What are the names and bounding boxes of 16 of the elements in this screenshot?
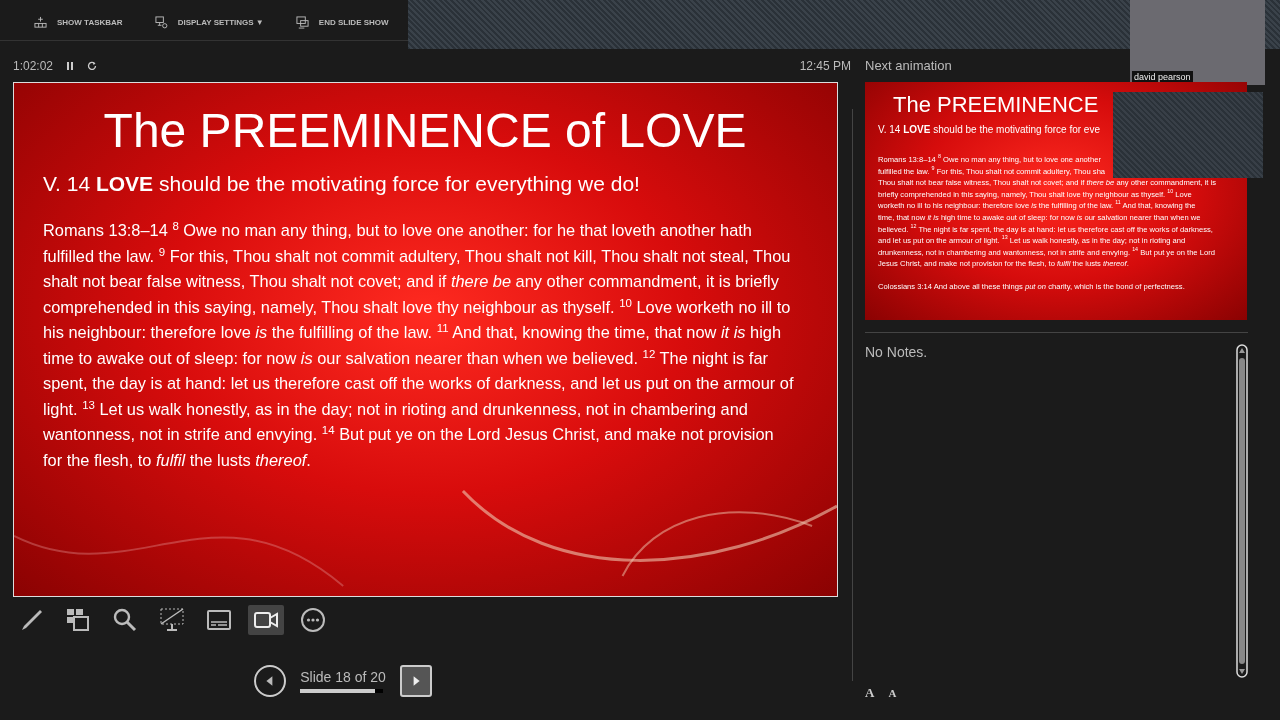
slide-counter: Slide 18 of 20 — [300, 669, 386, 685]
participant-name: david pearson — [1132, 71, 1193, 83]
font-size-button[interactable]: A — [865, 685, 875, 701]
clock: 12:45 PM — [799, 58, 851, 73]
next-animation-heading: Next animation — [865, 57, 952, 75]
toolbar-button[interactable]: SHOW TASKBAR — [30, 15, 129, 29]
preview-subtitle: V. 14 LOVE should be the motivating force for eve — [878, 124, 1101, 135]
notes-text: No Notes. — [865, 344, 929, 362]
scripture-text: Romans 13:8–14 $^{8}$ Owe no man any thing, but to love one another: for he that loveth another hath fulfilled the law. $^{9}$ For this, Thou shalt not commit adultery, Thou shalt not kill, Thou shalt not steal, Thou shalt not bear false witness, Thou shalt not covet; and if there be any other commandment, it is briefly comprehended in this saying, namely, Thou shalt love thy neighbour as thyself. $^{10}$ Love worketh no ill to his neighbour: therefore love is the fulfilling of the law. $^{11}$ And that, knowing the time, that now it is high time to awake out of sleep: for now is our salvation nearer than when we believed. $^{12}$ The night is far spent, the day is at hand: let us therefore cast off the works of darkness, and let us put on the armour of light. $^{13}$ Let us walk honestly, as in the day; not in rioting and drunkenness, not in chambering and wantonness, not in strife and envying. $^{14}$ But put ye on the Lord Jesus Christ, and make not provision for the flesh, to fulfil the lusts thereof. — [43, 218, 795, 471]
toolbar-button[interactable]: END SLIDE SHOW — [291, 15, 395, 29]
preview-title: The PREEMINENCE — [892, 92, 1100, 118]
font-size-button[interactable]: A — [888, 685, 897, 701]
toolbar-button[interactable]: DISPLAY SETTINGS ▼ — [150, 15, 270, 29]
slide-title: The PREEMINENCE of LOVE — [102, 103, 748, 158]
slide-subtitle: V. 14 LOVE should be the motivating force for everything we do! — [43, 172, 641, 196]
elapsed-timer: 1:02:02 — [13, 58, 54, 73]
